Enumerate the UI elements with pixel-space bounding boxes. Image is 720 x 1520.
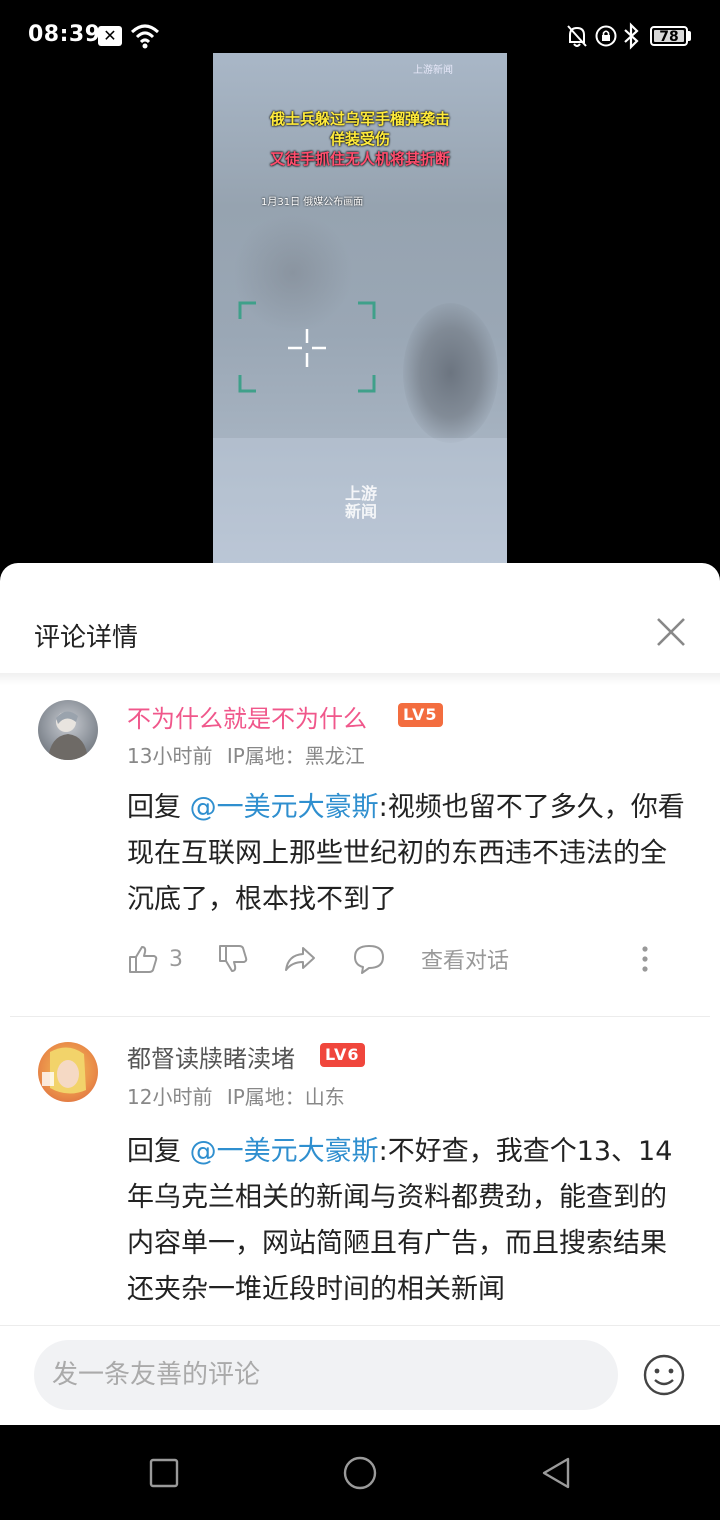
comment-input-bar: [0, 1325, 720, 1425]
bell-off-icon: [567, 25, 587, 47]
nav-home-icon[interactable]: [342, 1455, 378, 1491]
video-watermark-top: 上游新闻: [413, 65, 453, 76]
share-button[interactable]: [283, 939, 317, 979]
avatar-figure-icon: [42, 1047, 86, 1094]
reply-prefix: 回复: [127, 1136, 181, 1167]
mention-link[interactable]: @一美元大豪斯: [190, 1136, 379, 1167]
sheet-title: 评论详情: [34, 623, 139, 653]
like-count: 3: [169, 946, 183, 972]
battery-icon: 78: [650, 26, 688, 46]
comment-username[interactable]: 不为什么就是不为什么: [127, 699, 367, 734]
comment-text: 回复 @一美元大豪斯:视频也留不了多久，你看现在互联网上那些世纪初的东西违不违法…: [127, 785, 687, 923]
comment-divider: [10, 1016, 710, 1017]
comment-meta: 12小时前 IP属地：山东: [127, 1081, 345, 1110]
avatar-figure-icon: [48, 711, 88, 760]
comment-ip: IP属地：黑龙江: [226, 744, 365, 768]
more-button[interactable]: [635, 939, 655, 979]
view-conversation-link[interactable]: 查看对话: [421, 939, 509, 979]
comment-icon: [354, 945, 384, 974]
comment-item: 都督读牍睹渎堵 LV6 12小时前 IP属地：山东 回复 @一美元大豪斯:不好查…: [0, 1033, 720, 1333]
comment-username[interactable]: 都督读牍睹渎堵: [127, 1039, 295, 1074]
lock-icon: [595, 25, 617, 47]
dislike-icon: [219, 945, 248, 972]
like-icon: [129, 946, 158, 973]
crosshair-reticle-icon: [238, 301, 376, 393]
nav-back-icon[interactable]: [538, 1455, 574, 1491]
comment-button[interactable]: [352, 939, 386, 979]
comment-meta: 13小时前 IP属地：黑龙江: [127, 740, 365, 769]
video-caption-line-2: 佯装受伤: [329, 130, 390, 148]
comment-time: 13小时前: [127, 744, 213, 768]
comment-time: 12小时前: [127, 1085, 213, 1109]
video-player[interactable]: 上游新闻 俄士兵躲过乌军手榴弹袭击 佯装受伤 又徒手抓住无人机将其折断 1月31…: [213, 53, 507, 565]
title-divider: [0, 673, 720, 685]
like-button[interactable]: 3: [127, 939, 183, 979]
battery-tip: [688, 31, 691, 41]
mention-link[interactable]: @一美元大豪斯: [190, 792, 379, 823]
comment-detail-sheet: 评论详情 不为什么就是不为什么 LV5 13小时前 IP属地：黑龙江 回复 @一…: [0, 563, 720, 1425]
notification-icon: ✕: [98, 26, 122, 46]
system-nav-bar: [0, 1425, 720, 1520]
bluetooth-icon: [624, 22, 639, 50]
video-terrain-dark: [403, 303, 498, 443]
status-time: 08:39: [28, 22, 101, 47]
avatar[interactable]: [38, 1042, 98, 1102]
level-badge: LV6: [320, 1043, 365, 1067]
emoji-icon[interactable]: [642, 1353, 686, 1397]
close-icon[interactable]: [652, 613, 690, 651]
avatar[interactable]: [38, 700, 98, 760]
nav-recents-icon[interactable]: [146, 1455, 182, 1491]
comment-input[interactable]: [34, 1340, 618, 1410]
more-icon: [642, 946, 648, 972]
comment-text: 回复 @一美元大豪斯:不好查，我查个13、14年乌克兰相关的新闻与资料都费劲，能…: [127, 1129, 687, 1313]
comment-actions: 3 查看对话: [127, 939, 667, 979]
dislike-button[interactable]: [217, 939, 249, 979]
battery-level: 78: [654, 30, 684, 44]
video-watermark-center: 上游新闻: [344, 484, 377, 521]
video-caption-line-1: 俄士兵躲过乌军手榴弹袭击: [269, 110, 450, 128]
level-badge: LV5: [398, 703, 443, 727]
wifi-icon: [130, 24, 160, 49]
share-icon: [285, 947, 315, 971]
comment-ip: IP属地：山东: [226, 1085, 345, 1109]
video-date-label: 1月31日 俄媒公布画面: [261, 197, 364, 208]
video-caption-line-3: 又徒手抓住无人机将其折断: [269, 150, 450, 168]
comment-item: 不为什么就是不为什么 LV5 13小时前 IP属地：黑龙江 回复 @一美元大豪斯…: [0, 693, 720, 1013]
reply-prefix: 回复: [127, 792, 181, 823]
